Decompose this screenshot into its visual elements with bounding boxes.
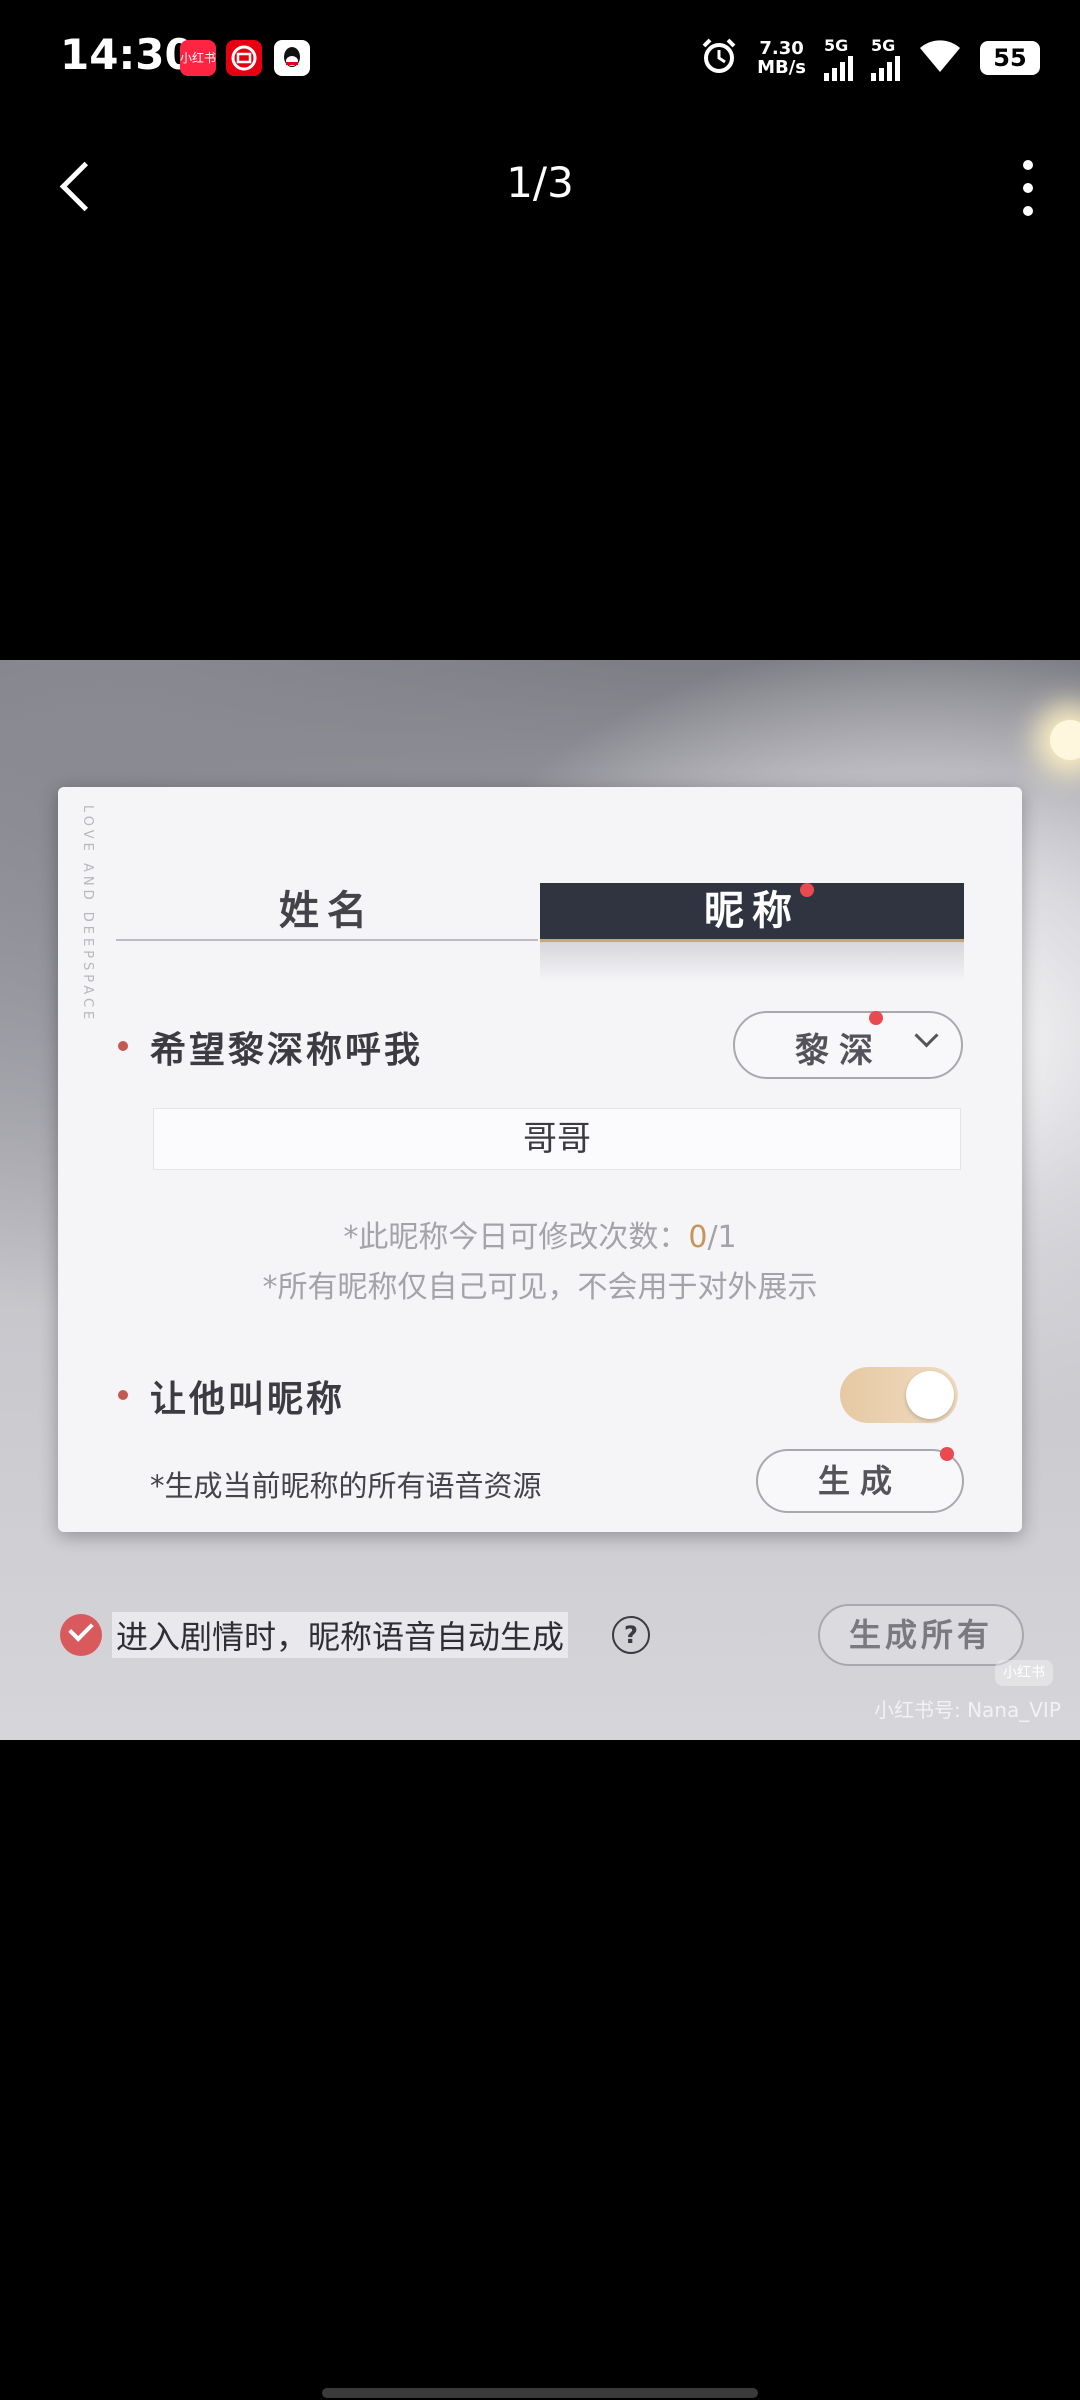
- change-count-hint: *此昵称今日可修改次数：0/1: [343, 1220, 737, 1255]
- tab-name[interactable]: 姓名: [116, 883, 538, 941]
- generate-button[interactable]: 生成: [756, 1449, 964, 1513]
- signal-bars-icon: [871, 55, 900, 81]
- generate-all-button[interactable]: 生成所有: [818, 1604, 1024, 1666]
- panel-decoration-text: LOVE AND DEEPSPACE: [80, 805, 95, 1024]
- light-glow: [1050, 720, 1080, 760]
- select-notification-dot: [869, 1011, 883, 1025]
- game-screenshot: LOVE AND DEEPSPACE 姓名 昵称 希望黎深称呼我 黎深 哥哥 *…: [0, 660, 1080, 1740]
- character-select[interactable]: 黎深: [733, 1011, 963, 1079]
- tab-notification-dot: [800, 883, 814, 897]
- alarm-icon: [699, 36, 739, 80]
- bank-icon: [226, 40, 262, 76]
- call-me-label: 希望黎深称呼我: [150, 1029, 424, 1071]
- character-select-value: 黎深: [795, 1031, 883, 1071]
- generate-notification-dot: [940, 1447, 954, 1461]
- status-time: 14:30: [60, 30, 194, 79]
- xiaohongshu-icon: 小红书: [180, 40, 216, 76]
- visibility-hint: *所有昵称仅自己可见，不会用于对外展示: [262, 1270, 818, 1305]
- generate-description: *生成当前昵称的所有语音资源: [150, 1469, 542, 1503]
- help-icon[interactable]: ?: [612, 1616, 650, 1654]
- status-icons: 7.30 MB/s 5G 5G 55: [699, 30, 1040, 86]
- signal-bars-icon: [824, 55, 853, 81]
- watermark-logo: 小红书: [995, 1660, 1053, 1686]
- tab-shadow: [540, 942, 964, 982]
- more-options-button[interactable]: [1016, 160, 1040, 216]
- nickname-field[interactable]: 哥哥: [153, 1108, 961, 1170]
- home-indicator[interactable]: [322, 2388, 758, 2398]
- auto-generate-label: 进入剧情时，昵称语音自动生成: [112, 1612, 569, 1658]
- page-indicator: 1/3: [506, 158, 574, 207]
- change-count: 0: [688, 1220, 708, 1255]
- nickname-settings-panel: LOVE AND DEEPSPACE 姓名 昵称 希望黎深称呼我 黎深 哥哥 *…: [58, 787, 1022, 1532]
- call-nickname-toggle[interactable]: [840, 1367, 958, 1423]
- bullet-dot: [118, 1390, 128, 1400]
- auto-generate-checkbox[interactable]: [60, 1614, 102, 1656]
- qq-icon: [274, 40, 310, 76]
- wifi-icon: [918, 38, 962, 78]
- battery-icon: 55: [980, 41, 1040, 75]
- status-bar: 14:30 小红书 7.30 MB/s 5G 5G 55: [0, 0, 1080, 120]
- signal-sim2: 5G: [871, 36, 900, 81]
- tab-nickname[interactable]: 昵称: [540, 883, 964, 942]
- toggle-knob: [906, 1371, 954, 1419]
- chevron-down-icon: [914, 1023, 939, 1048]
- bullet-dot: [118, 1041, 128, 1051]
- signal-sim1: 5G: [824, 36, 853, 81]
- let-him-call-label: 让他叫昵称: [150, 1378, 346, 1420]
- network-speed: 7.30 MB/s: [757, 38, 806, 78]
- watermark-id: 小红书号: Nana_VIP: [874, 1698, 1061, 1722]
